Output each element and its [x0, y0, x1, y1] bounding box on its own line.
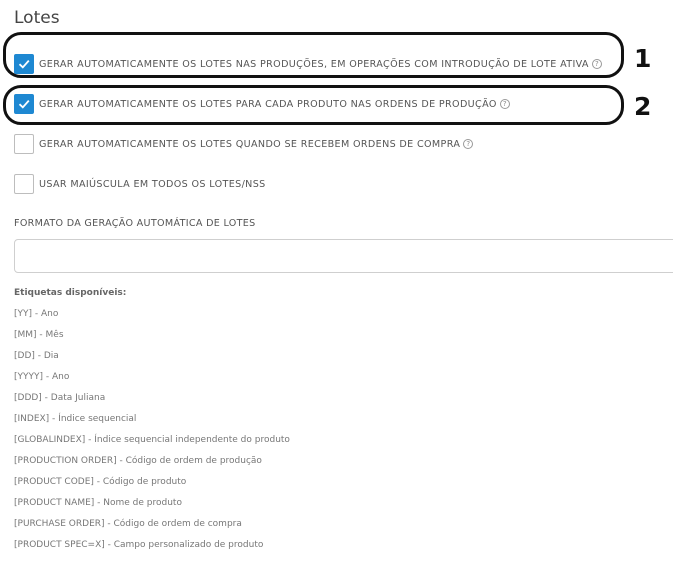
tags-title: Etiquetas disponíveis:: [14, 288, 127, 298]
tag-item: [GLOBALINDEX] - Índice sequencial indepe…: [14, 435, 290, 445]
format-field-label: FORMATO DA GERAÇÃO AUTOMÁTICA DE LOTES: [14, 218, 256, 229]
annotation-marker-1: 1: [634, 44, 652, 73]
tag-item: [DD] - Dia: [14, 351, 59, 361]
tag-item: [MM] - Mês: [14, 330, 64, 340]
tag-item: [PRODUCTION ORDER] - Código de ordem de …: [14, 456, 262, 466]
option-label: USAR MAIÚSCULA EM TODOS OS LOTES/NSS: [39, 178, 266, 190]
checkbox-auto-lots-purchase-orders[interactable]: [14, 134, 34, 154]
tag-item: [YYYY] - Ano: [14, 372, 70, 382]
tag-item: [PRODUCT NAME] - Nome de produto: [14, 498, 182, 508]
tag-item: [DDD] - Data Juliana: [14, 393, 106, 403]
highlight-ring-1: [3, 32, 624, 78]
annotation-marker-2: 2: [634, 92, 652, 121]
tag-item: [YY] - Ano: [14, 309, 59, 319]
section-title: Lotes: [14, 8, 60, 28]
highlight-ring-2: [3, 85, 624, 125]
tag-item: [PRODUCT SPEC=X] - Campo personalizado d…: [14, 540, 264, 550]
checkbox-uppercase-lots[interactable]: [14, 174, 34, 194]
tag-item: [INDEX] - Índice sequencial: [14, 414, 137, 424]
format-input[interactable]: [14, 239, 673, 273]
tag-item: [PRODUCT CODE] - Código de produto: [14, 477, 187, 487]
tag-item: [PURCHASE ORDER] - Código de ordem de co…: [14, 519, 242, 529]
option-uppercase-lots[interactable]: USAR MAIÚSCULA EM TODOS OS LOTES/NSS: [14, 174, 266, 194]
option-label: GERAR AUTOMATICAMENTE OS LOTES QUANDO SE…: [39, 138, 461, 150]
question-circle-icon[interactable]: ?: [463, 139, 474, 149]
option-auto-lots-purchase-orders[interactable]: GERAR AUTOMATICAMENTE OS LOTES QUANDO SE…: [14, 134, 474, 154]
